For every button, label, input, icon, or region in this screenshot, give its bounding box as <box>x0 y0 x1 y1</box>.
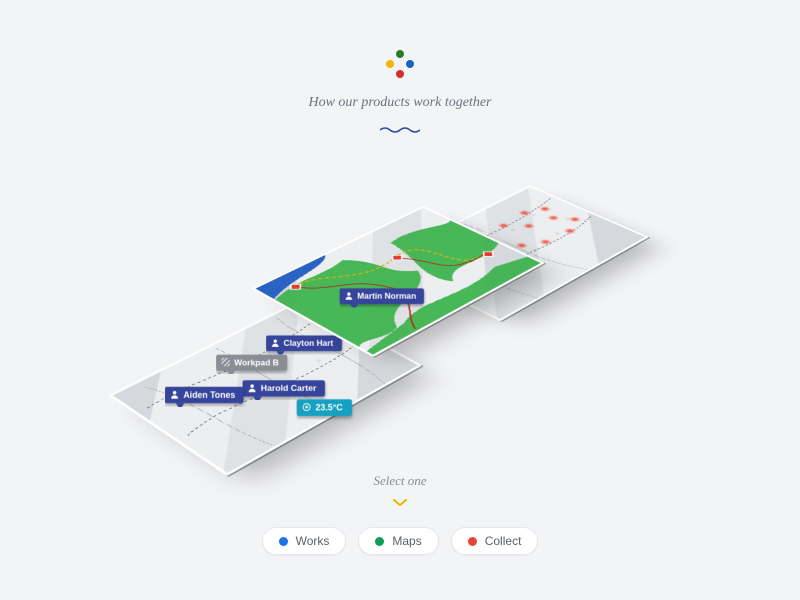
heat-point-icon <box>536 205 554 213</box>
pill-label: Collect <box>485 534 522 548</box>
wave-divider-icon <box>380 121 420 139</box>
pill-collect[interactable]: Collect <box>451 527 539 555</box>
header: How our products work together <box>0 50 800 139</box>
chevron-down-icon <box>0 495 800 513</box>
pill-label: Maps <box>392 534 421 548</box>
pill-dot-icon <box>279 537 288 546</box>
heat-point-icon <box>536 237 554 246</box>
pill-maps[interactable]: Maps <box>358 527 438 555</box>
brand-logo-icon <box>386 50 414 78</box>
route-marker-icon <box>291 285 300 289</box>
heat-point-icon <box>566 215 584 224</box>
route-marker-icon <box>393 256 401 260</box>
product-selector: Works Maps Collect <box>262 527 539 555</box>
heat-point-icon <box>520 222 538 231</box>
tagline: How our products work together <box>0 95 800 111</box>
heat-point-icon <box>561 227 579 236</box>
logo-dot-left <box>386 60 394 68</box>
heat-point-icon <box>515 209 533 218</box>
pill-label: Works <box>296 534 330 548</box>
pill-dot-icon <box>468 537 477 546</box>
logo-dot-right <box>406 60 414 68</box>
pill-works[interactable]: Works <box>262 527 347 555</box>
logo-dot-bottom <box>396 70 404 78</box>
heat-point-icon <box>544 214 562 223</box>
isometric-scene: Aiden Tones Workpad B Clayton Hart Harol… <box>50 180 750 440</box>
footer: Select one Works Maps Collect <box>0 473 800 555</box>
pill-dot-icon <box>375 537 384 546</box>
route-marker-icon <box>484 252 492 256</box>
select-prompt: Select one <box>0 473 800 489</box>
heat-point-icon <box>495 221 513 230</box>
logo-dot-top <box>396 50 404 58</box>
